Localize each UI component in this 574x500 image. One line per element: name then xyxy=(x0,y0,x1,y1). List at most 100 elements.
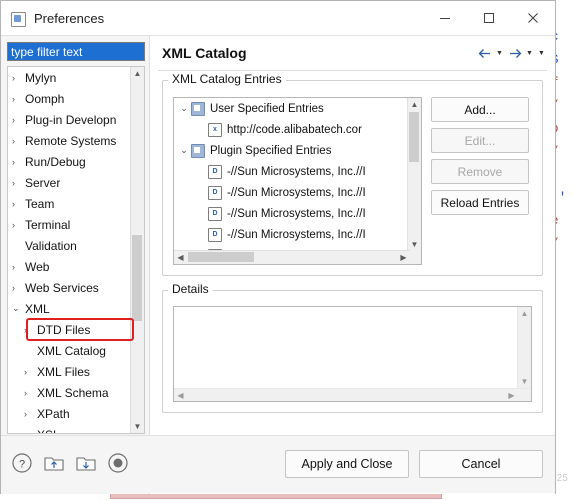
sidebar-item-xml-catalog[interactable]: XML Catalog xyxy=(8,340,144,361)
sidebar-item-web-services[interactable]: › Web Services xyxy=(8,277,144,298)
tree-item-catalog-entry[interactable]: D -//Sun Microsystems, Inc.//I xyxy=(174,161,421,182)
group-label: XML Catalog Entries xyxy=(168,72,286,86)
svg-text:?: ? xyxy=(19,459,25,471)
details-horizontal-scrollbar[interactable]: ◀ ▶ xyxy=(174,388,531,401)
details-label: Details xyxy=(168,282,213,296)
sidebar-item-xpath[interactable]: › XPath xyxy=(8,403,144,424)
export-icon[interactable] xyxy=(75,452,97,474)
details-vertical-scrollbar[interactable]: ▲ ▼ xyxy=(517,307,531,401)
tree-item-label: -//Sun Microsystems, Inc.//I xyxy=(227,165,366,178)
tree-item-label: -//Sun Microsystems, Inc.//I xyxy=(227,228,366,241)
sidebar-item-label: XML Files xyxy=(37,364,90,379)
sidebar-item-oomph[interactable]: › Oomph xyxy=(8,88,144,109)
chevron-down-icon: ⌄ xyxy=(180,103,188,113)
dialog-body: › Mylyn › Oomph › Plug-in Developn › Rem… xyxy=(1,36,555,494)
scroll-down-icon[interactable]: ▼ xyxy=(131,420,144,433)
sidebar-item-label: Mylyn xyxy=(25,70,57,85)
chevron-right-icon: › xyxy=(12,282,15,293)
scroll-right-icon[interactable]: ▶ xyxy=(505,389,518,402)
back-arrow-icon[interactable] xyxy=(476,45,493,62)
dialog-title: Preferences xyxy=(34,10,105,26)
sidebar-item-server[interactable]: › Server xyxy=(8,172,144,193)
scroll-up-icon[interactable]: ▲ xyxy=(131,67,144,80)
back-dropdown-icon[interactable]: ▼ xyxy=(494,45,505,62)
preferences-dialog: Preferences › Mylyn xyxy=(0,0,556,494)
sidebar-item-validation[interactable]: Validation xyxy=(8,235,144,256)
window-controls xyxy=(423,1,555,35)
details-box: ▲ ▼ ◀ ▶ xyxy=(162,290,543,413)
chevron-right-icon: › xyxy=(12,177,15,188)
sidebar-item-mylyn[interactable]: › Mylyn xyxy=(8,67,144,88)
sidebar-item-web[interactable]: › Web xyxy=(8,256,144,277)
tree-item-catalog-entry[interactable]: D -//Sun Microsystems, Inc.//I xyxy=(174,203,421,224)
record-icon[interactable] xyxy=(107,452,129,474)
scroll-down-icon[interactable]: ▼ xyxy=(518,375,531,388)
sidebar-item-label: Web Services xyxy=(25,280,99,295)
chevron-down-icon: ⌄ xyxy=(180,145,188,155)
sidebar-item-remote-systems[interactable]: › Remote Systems xyxy=(8,130,144,151)
sidebar-item-terminal[interactable]: › Terminal xyxy=(8,214,144,235)
sidebar-item-team[interactable]: › Team xyxy=(8,193,144,214)
tree-item-label: Plugin Specified Entries xyxy=(210,144,332,157)
catalog-entries-tree[interactable]: ⌄ User Specified Entries x http://code.a… xyxy=(173,97,422,265)
details-field[interactable]: ▲ ▼ ◀ ▶ xyxy=(173,306,532,402)
page-nav: ▼ ▼ ▼ xyxy=(476,45,555,62)
chevron-right-icon: › xyxy=(12,114,15,125)
tree-item-catalog-entry[interactable]: D -//Sun Microsystems, Inc.//I xyxy=(174,182,421,203)
group-box: ⌄ User Specified Entries x http://code.a… xyxy=(162,80,543,276)
preferences-icon xyxy=(10,10,27,27)
minimize-button[interactable] xyxy=(423,1,467,35)
sidebar-item-label: Terminal xyxy=(25,217,71,232)
scrollbar-thumb[interactable] xyxy=(132,235,142,321)
sidebar-item-label: Web xyxy=(25,259,50,274)
dtd-entry-icon: D xyxy=(208,164,222,179)
chevron-right-icon: › xyxy=(12,156,15,167)
import-icon[interactable] xyxy=(43,452,65,474)
cancel-button[interactable]: Cancel xyxy=(419,450,543,478)
tree-item-catalog-entry[interactable]: x http://code.alibabatech.cor xyxy=(174,119,421,140)
filter-input[interactable] xyxy=(7,42,145,61)
scroll-up-icon[interactable]: ▲ xyxy=(408,98,421,111)
tree-item-label: -//Sun Microsystems, Inc.//I xyxy=(227,186,366,199)
close-button[interactable] xyxy=(511,1,555,35)
entries-row: ⌄ User Specified Entries x http://code.a… xyxy=(173,97,532,265)
sidebar-item-xml[interactable]: ⌄ XML xyxy=(8,298,144,319)
chevron-right-icon: › xyxy=(12,261,15,272)
scroll-left-icon[interactable]: ◀ xyxy=(174,251,187,264)
add-button[interactable]: Add... xyxy=(431,97,529,122)
apply-and-close-button[interactable]: Apply and Close xyxy=(285,450,409,478)
page-overflow-icon[interactable]: ▼ xyxy=(536,45,547,62)
scroll-up-icon[interactable]: ▲ xyxy=(518,307,531,320)
forward-dropdown-icon[interactable]: ▼ xyxy=(524,45,535,62)
sidebar-item-label: XSL xyxy=(37,428,60,434)
sidebar-item-label: Oomph xyxy=(25,91,65,106)
tree-item-user-specified-entries[interactable]: ⌄ User Specified Entries xyxy=(174,98,421,119)
entries-horizontal-scrollbar[interactable]: ◀ ▶ xyxy=(174,250,410,264)
scroll-left-icon[interactable]: ◀ xyxy=(174,389,187,402)
tree-item-label: User Specified Entries xyxy=(210,102,324,115)
forward-arrow-icon[interactable] xyxy=(506,45,523,62)
preferences-tree[interactable]: › Mylyn › Oomph › Plug-in Developn › Rem… xyxy=(7,66,145,434)
scrollbar-corner xyxy=(408,251,421,264)
sidebar-item-xsl[interactable]: › XSL xyxy=(8,424,144,434)
sidebar-item-label: Plug-in Developn xyxy=(25,112,117,127)
xml-entry-icon: x xyxy=(208,122,222,137)
tree-item-plugin-specified-entries[interactable]: ⌄ Plugin Specified Entries xyxy=(174,140,421,161)
maximize-button[interactable] xyxy=(467,1,511,35)
dtd-entry-icon: D xyxy=(208,227,222,242)
sidebar-vertical-scrollbar[interactable]: ▲ ▼ xyxy=(130,67,144,433)
reload-entries-button[interactable]: Reload Entries xyxy=(431,190,529,215)
entries-vertical-scrollbar[interactable]: ▲ ▼ xyxy=(407,98,421,264)
sidebar-item-run-debug[interactable]: › Run/Debug xyxy=(8,151,144,172)
header-divider xyxy=(158,70,547,71)
sidebar-item-plug-in-development[interactable]: › Plug-in Developn xyxy=(8,109,144,130)
sidebar-item-xml-files[interactable]: › XML Files xyxy=(8,361,144,382)
tree-item-catalog-entry[interactable]: D -//Sun Microsystems, Inc.//I xyxy=(174,224,421,245)
scrollbar-thumb[interactable] xyxy=(188,252,254,262)
details-group: Details ▲ ▼ ◀ ▶ xyxy=(162,282,543,413)
help-icon[interactable]: ? xyxy=(11,452,33,474)
entry-action-buttons: Add... Edit... Remove Reload Entries xyxy=(431,97,529,265)
scrollbar-thumb[interactable] xyxy=(409,112,419,162)
filter-field-wrapper xyxy=(7,42,145,61)
sidebar-item-xml-schema[interactable]: › XML Schema xyxy=(8,382,144,403)
